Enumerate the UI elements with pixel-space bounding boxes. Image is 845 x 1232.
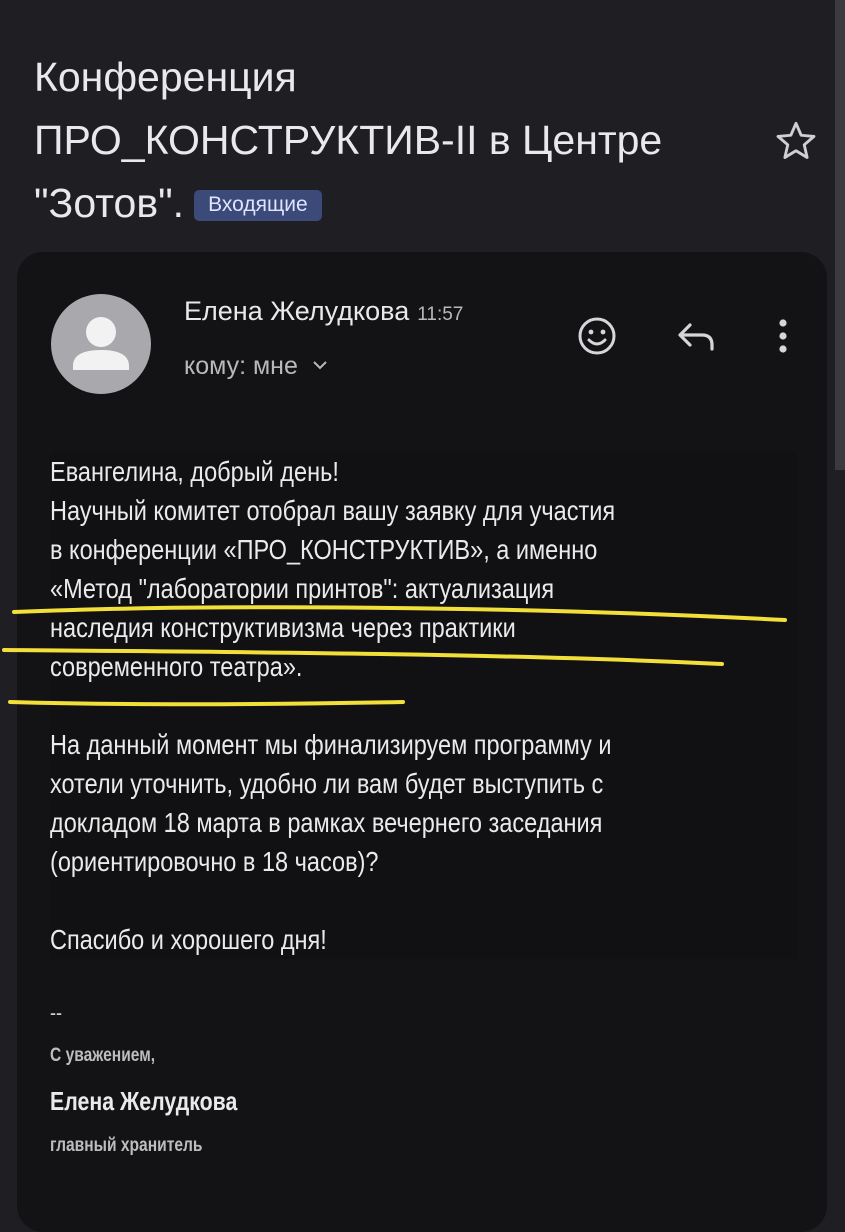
chevron-down-icon — [313, 361, 327, 370]
reply-icon[interactable] — [672, 311, 722, 361]
message-time: 11:57 — [417, 304, 464, 325]
star-icon[interactable] — [773, 118, 819, 164]
sender-header[interactable]: Елена Желудкова 11:57 — [184, 296, 463, 327]
body-line: Евангелина, добрый день! — [50, 456, 339, 487]
email-subject: Конференция ПРО_КОНСТРУКТИВ-II в Центре … — [34, 46, 754, 235]
inbox-label-chip[interactable]: Входящие — [194, 190, 322, 221]
signature-name: Елена Желудкова — [50, 1086, 238, 1116]
body-line: «Метод "лаборатории принтов": актуализац… — [50, 573, 555, 604]
recipient-toggle[interactable]: кому: мне — [184, 352, 328, 381]
signature-regards: С уважением, — [50, 1045, 156, 1066]
more-vert-icon[interactable] — [758, 311, 808, 361]
body-line: докладом 18 марта в рамках вечернего зас… — [50, 807, 603, 838]
scrollbar-track[interactable] — [835, 0, 845, 470]
emoji-react-icon[interactable] — [572, 311, 622, 361]
body-line: в конференции «ПРО_КОНСТРУКТИВ», а именн… — [50, 534, 598, 565]
sender-name: Елена Желудкова — [184, 296, 410, 326]
signature-separator: -- — [50, 1000, 63, 1025]
body-line: На данный момент мы финализируем програм… — [50, 729, 612, 760]
message-body: Евангелина, добрый день! Научный комитет… — [50, 452, 798, 959]
subject-line-2: ПРО_КОНСТРУКТИВ-II в Центре — [34, 117, 663, 163]
body-line: (ориентировочно в 18 часов)? — [50, 846, 379, 877]
body-line: Научный комитет отобрал вашу заявку для … — [50, 495, 616, 526]
signature-role: главный хранитель — [50, 1135, 203, 1156]
body-line: наследия конструктивизма через практики — [50, 612, 516, 643]
body-line: хотели уточнить, удобно ли вам будет выс… — [50, 768, 604, 799]
subject-line-3-text: "Зотов". — [34, 180, 185, 226]
body-line: современного театра». — [50, 651, 303, 682]
subject-line-1: Конференция — [34, 54, 297, 100]
subject-line-3: "Зотов". Входящие — [34, 172, 754, 235]
scrollbar-thumb[interactable] — [835, 0, 845, 470]
recipient-text: кому: мне — [184, 352, 298, 380]
avatar[interactable] — [51, 294, 151, 394]
body-line: Спасибо и хорошего дня! — [50, 924, 327, 955]
person-icon — [73, 317, 129, 370]
